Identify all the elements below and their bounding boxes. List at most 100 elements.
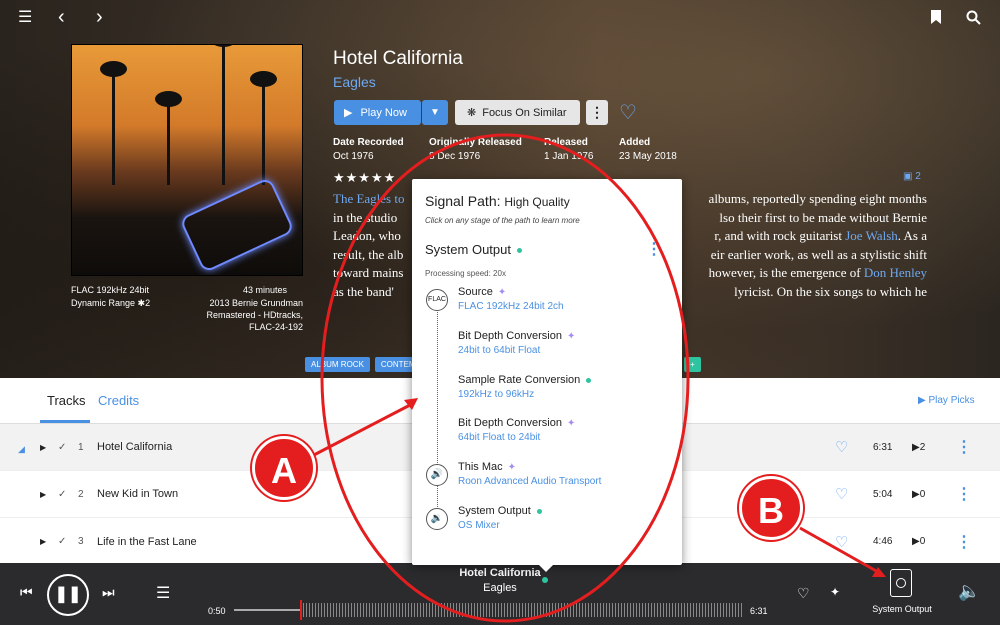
play-track-icon[interactable]: ▶ <box>40 490 46 499</box>
signal-stage-output[interactable]: 🔉 System Output OS Mixer <box>424 503 669 543</box>
review-link[interactable]: The Eagles to <box>333 190 404 209</box>
album-title: Hotel California <box>333 48 463 69</box>
tab-tracks[interactable]: Tracks <box>47 393 86 408</box>
track-duration: 5:04 <box>873 488 893 500</box>
play-now-button[interactable]: ▶ Play Now <box>334 100 421 125</box>
focus-on-similar-button[interactable]: ❋ Focus On Similar <box>455 100 580 125</box>
zone-name[interactable]: System Output <box>862 604 942 614</box>
favorite-heart-icon[interactable]: ♡ <box>619 100 637 125</box>
callout-a: A <box>252 436 316 500</box>
focus-icon: ❋ <box>467 107 477 119</box>
previous-track-icon[interactable]: ⏮ <box>20 584 33 601</box>
volume-icon[interactable]: 🔈 <box>958 581 980 602</box>
playhead[interactable] <box>300 600 303 620</box>
play-picks-button[interactable]: ▶ Play Picks <box>918 395 975 406</box>
remaster-label: 2013 Bernie Grundman Remastered - HDtrack… <box>206 298 303 332</box>
album-artist-link[interactable]: Eagles <box>333 74 376 90</box>
now-playing-title[interactable]: Hotel California <box>380 567 620 579</box>
chevron-down-icon: ▼ <box>430 107 440 118</box>
review-link[interactable]: Joe Walsh <box>845 228 898 243</box>
track-more-icon[interactable]: ⋮ <box>956 437 972 457</box>
play-track-icon[interactable]: ▶ <box>40 443 46 452</box>
waveform-remaining <box>300 603 744 617</box>
signal-stage-bitdepth[interactable]: Bit Depth Conversion ✦ 24bit to 64bit Floa… <box>424 328 669 368</box>
bookmark-icon[interactable] <box>930 10 942 28</box>
search-icon[interactable] <box>966 10 981 29</box>
select-check-icon[interactable]: ✓ <box>58 536 66 547</box>
waveform-seekbar[interactable] <box>234 600 744 620</box>
signal-stage-source[interactable]: FLAC Source ✦ FLAC 192kHz 24bit 2ch <box>424 284 669 324</box>
play-options-button[interactable]: ▼ <box>422 100 448 125</box>
back-icon[interactable]: ‹ <box>58 7 65 27</box>
format-label: FLAC 192kHz 24bit <box>71 285 150 295</box>
add-tag-button[interactable]: + <box>684 357 701 372</box>
track-more-icon[interactable]: ⋮ <box>956 532 972 552</box>
track-heart-icon[interactable]: ♡ <box>835 485 848 503</box>
rating-stars[interactable]: ★★★★★ <box>333 170 396 186</box>
forward-icon[interactable]: › <box>96 7 103 27</box>
pause-button[interactable]: ❚❚ <box>47 574 89 616</box>
track-title[interactable]: New Kid in Town <box>97 488 178 500</box>
active-tab-indicator <box>40 420 90 423</box>
palm-tree <box>100 61 127 185</box>
palm-tree <box>210 45 237 185</box>
signal-path-title: Signal Path: High Quality <box>425 193 570 209</box>
quality-diamond-icon: ✦ <box>566 418 576 429</box>
zone-more-icon[interactable]: ⋮ <box>646 239 662 259</box>
play-count: ▶2 <box>912 441 926 453</box>
added-date: Added 23 May 2018 <box>619 137 677 162</box>
palm-tree <box>250 71 277 185</box>
processing-speed: Processing speed: 20x <box>425 269 506 278</box>
radio-pin-icon[interactable]: ✦ <box>830 585 840 599</box>
genre-tag[interactable]: ALBUM ROCK <box>305 357 370 372</box>
track-heart-icon[interactable]: ♡ <box>835 438 848 456</box>
track-duration: 6:31 <box>873 441 893 453</box>
signal-stage-bitdepth-2[interactable]: Bit Depth Conversion ✦ 64bit Float to 24bi… <box>424 415 669 455</box>
menu-icon[interactable]: ☰ <box>18 10 32 26</box>
neon-sign <box>179 176 295 274</box>
signal-quality-dot[interactable] <box>542 577 548 583</box>
review-link[interactable]: Don Henley <box>864 265 927 280</box>
next-track-icon[interactable]: ⏭ <box>102 584 115 601</box>
callout-b: B <box>739 476 803 540</box>
album-cover[interactable] <box>71 44 303 276</box>
track-duration: 4:46 <box>873 536 893 547</box>
select-check-icon[interactable]: ✓ <box>58 442 66 453</box>
flac-icon: FLAC <box>426 289 448 311</box>
waveform-played <box>234 609 301 611</box>
tab-credits[interactable]: Credits <box>98 393 139 408</box>
elapsed-time: 0:50 <box>208 606 226 616</box>
signal-path-hint: Click on any stage of the path to learn … <box>425 216 580 225</box>
track-title[interactable]: Life in the Fast Lane <box>97 536 197 548</box>
palm-tree <box>155 91 182 185</box>
images-icon[interactable]: ▣ 2 <box>903 171 921 182</box>
favorite-heart-icon[interactable]: ♡ <box>797 585 810 602</box>
more-options-button[interactable]: ⋮ <box>586 100 608 125</box>
now-playing-icon: ◢ <box>18 444 25 454</box>
play-count: ▶0 <box>912 536 926 547</box>
signal-stage-samplerate[interactable]: Sample Rate Conversion 192kHz to 96kHz <box>424 372 669 412</box>
play-track-icon[interactable]: ▶ <box>40 537 46 546</box>
play-count: ▶0 <box>912 488 926 500</box>
play-icon: ▶ <box>344 107 353 119</box>
track-number: 3 <box>78 536 84 547</box>
now-playing-artist[interactable]: Eagles <box>380 582 620 594</box>
queue-icon[interactable]: ☰ <box>156 583 170 603</box>
track-heart-icon[interactable]: ♡ <box>835 533 848 551</box>
duration-label: 43 minutes <box>243 285 288 295</box>
select-check-icon[interactable]: ✓ <box>58 489 66 500</box>
signal-path-popup: Signal Path: High Quality Click on any s… <box>412 179 682 572</box>
zone-title[interactable]: System Output <box>425 242 522 257</box>
track-title[interactable]: Hotel California <box>97 441 172 453</box>
track-number: 2 <box>78 488 84 500</box>
total-time: 6:31 <box>750 606 768 616</box>
signal-stage-device[interactable]: 🔊 This Mac ✦ Roon Advanced Audio Transport <box>424 459 669 499</box>
original-release: Originally Released 8 Dec 1976 <box>429 137 522 162</box>
speaker-zone-icon[interactable] <box>890 569 912 597</box>
speaker-icon: 🔊 <box>426 464 448 486</box>
volume-icon: 🔉 <box>426 508 448 530</box>
track-more-icon[interactable]: ⋮ <box>956 484 972 504</box>
quality-diamond-icon: ✦ <box>497 287 507 298</box>
player-bar: ⏮ ❚❚ ⏭ ☰ Hotel California Eagles 0:50 6:… <box>0 563 1000 625</box>
quality-diamond-icon: ✦ <box>566 331 576 342</box>
